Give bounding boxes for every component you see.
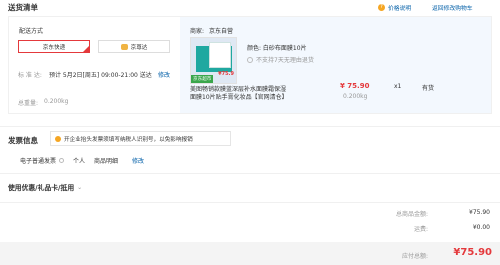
jd-supermarket-badge: 京东超市 (191, 75, 214, 83)
total-goods-label: 总商品金额: (395, 211, 428, 218)
invoice-detail: 商品明细 (94, 158, 119, 165)
product-name-line1: 美图畅销款膜蓝深层补水面膜霜保湿 (190, 86, 287, 93)
crown-icon (120, 43, 128, 50)
no-return-text: 不支持7天无理由退货 (256, 57, 314, 64)
payable-value: ¥75.90 (453, 247, 492, 258)
product-pack-image (209, 42, 231, 68)
help-icon[interactable] (59, 158, 65, 163)
freight-label: 运费: (413, 226, 428, 233)
info-icon (247, 56, 253, 63)
invoice-person: 个人 (73, 158, 86, 165)
total-goods-value: ¥75.90 (469, 209, 490, 216)
invoice-tip: 开企业抬头发票须填写纳税人识别号，以免影响报销 (50, 131, 231, 146)
product-name[interactable]: 美图畅销款膜蓝深层补水面膜霜保湿 面膜10片贴手膏化妆品【官网清仓】 (190, 86, 288, 102)
option-jd-express-label: 京东快递 (42, 44, 66, 51)
coupon-toggle[interactable]: 使用优惠/礼品卡/抵用 ⌄ (8, 182, 83, 193)
coupon-title: 使用优惠/礼品卡/抵用 (8, 184, 75, 192)
option-jd-express[interactable]: 京东快递 (18, 40, 90, 53)
total-weight-value: 0.200kg (44, 98, 69, 105)
price-info-link[interactable]: ? 价格说明 (378, 3, 411, 12)
freight-value: ¥0.00 (472, 224, 490, 231)
invoice-tip-text: 开企业抬头发票须填写纳税人识别号，以免影响报销 (64, 136, 193, 143)
divider (0, 173, 500, 174)
item-quantity: x1 (394, 83, 402, 90)
option-jd-zunda[interactable]: 京尊达 (98, 40, 170, 53)
item-color: 颜色: 白砂布面膜10片 (247, 45, 307, 52)
chevron-down-icon: ⌄ (77, 183, 83, 191)
delivery-time-value: 预计 5月2日[周五] 09:00-21:00 送达 (49, 72, 152, 79)
section-title-shipping: 送货清单 (8, 3, 38, 12)
item-weight: 0.200kg (343, 93, 368, 100)
help-icon: ? (378, 4, 385, 11)
section-title-invoice: 发票信息 (8, 136, 38, 145)
thumb-price: ¥75.9 (218, 71, 234, 77)
seller-label: 商家: (190, 28, 205, 35)
invoice-type: 电子普通发票 (20, 156, 65, 165)
divider (0, 202, 500, 203)
item-price: ¥ 75.90 (340, 82, 370, 90)
invoice-modify-link[interactable]: 修改 (132, 156, 144, 165)
option-jd-zunda-label: 京尊达 (130, 44, 148, 51)
delivery-modify-link[interactable]: 修改 (158, 70, 170, 79)
total-weight-label: 总重量: (18, 100, 39, 107)
seller-row: 商家: 京东自营 (190, 26, 233, 35)
back-to-cart-link[interactable]: 返回修改购物车 (432, 3, 473, 12)
no-return-note: 不支持7天无理由退货 (247, 55, 314, 64)
invoice-type-text: 电子普通发票 (20, 158, 57, 165)
shipping-method-label: 配送方式 (19, 28, 44, 35)
divider (0, 126, 500, 127)
selected-check-icon (83, 46, 89, 52)
seller-name: 京东自营 (208, 28, 233, 35)
warning-icon (55, 135, 61, 142)
product-name-line2: 面膜10片贴手膏化妆品【官网清仓】 (190, 94, 288, 101)
item-stock: 有货 (422, 85, 435, 92)
delivery-time-label: 标 准 达: (18, 72, 42, 79)
payable-label: 应付总额: (401, 253, 428, 260)
product-thumbnail[interactable]: ¥75.9 京东超市 (190, 37, 237, 84)
